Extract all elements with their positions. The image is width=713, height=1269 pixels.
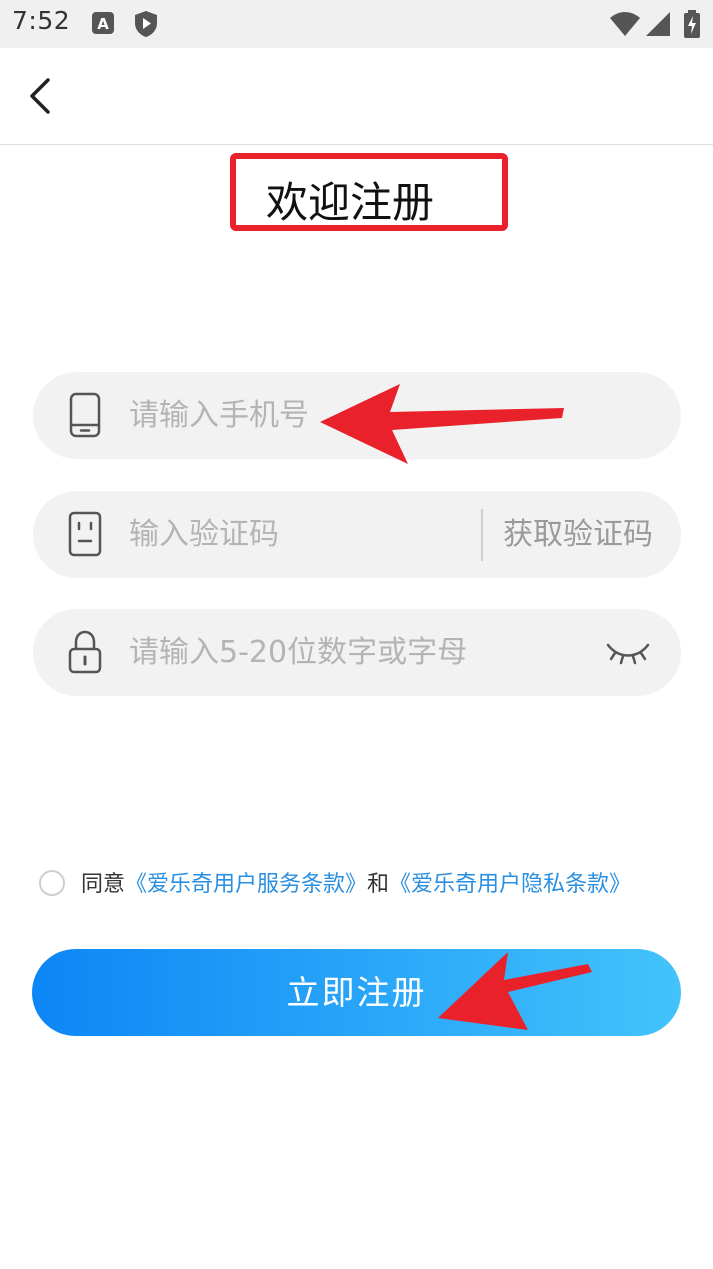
battery-charging-icon <box>684 10 700 42</box>
verification-code-input[interactable] <box>129 491 469 578</box>
page-title: 欢迎注册 <box>266 178 435 227</box>
lock-icon <box>67 629 103 675</box>
title-highlight-box: 欢迎注册 <box>230 153 508 231</box>
status-time: 7:52 <box>12 6 71 35</box>
svg-text:A: A <box>97 15 109 33</box>
text-app-notification-icon: A <box>92 10 114 40</box>
privacy-terms-link[interactable]: 《爱乐奇用户隐私条款》 <box>389 872 631 897</box>
agree-and: 和 <box>367 872 390 897</box>
app-header <box>0 48 713 145</box>
back-button[interactable] <box>20 72 64 120</box>
register-button[interactable]: 立即注册 <box>32 949 681 1036</box>
phone-icon <box>67 392 103 438</box>
code-divider <box>481 509 483 561</box>
service-terms-link[interactable]: 《爱乐奇用户服务条款》 <box>125 872 367 897</box>
status-bar: 7:52 A <box>0 0 713 48</box>
code-icon <box>67 511 103 557</box>
get-code-button[interactable]: 获取验证码 <box>503 491 653 578</box>
agree-prefix: 同意 <box>81 872 126 897</box>
verification-code-field: 获取验证码 <box>33 491 681 578</box>
eye-closed-icon[interactable] <box>605 637 651 667</box>
cell-signal-icon <box>646 12 670 40</box>
phone-field <box>33 372 681 459</box>
shield-play-icon <box>134 10 158 42</box>
agreement-text: 同意《爱乐奇用户服务条款》和《爱乐奇用户隐私条款》 <box>81 870 631 900</box>
wifi-icon <box>610 12 640 40</box>
password-field <box>33 609 681 696</box>
phone-input[interactable] <box>129 372 629 459</box>
agree-checkbox[interactable] <box>39 870 65 896</box>
chevron-left-icon <box>30 78 50 114</box>
password-input[interactable] <box>129 609 589 696</box>
